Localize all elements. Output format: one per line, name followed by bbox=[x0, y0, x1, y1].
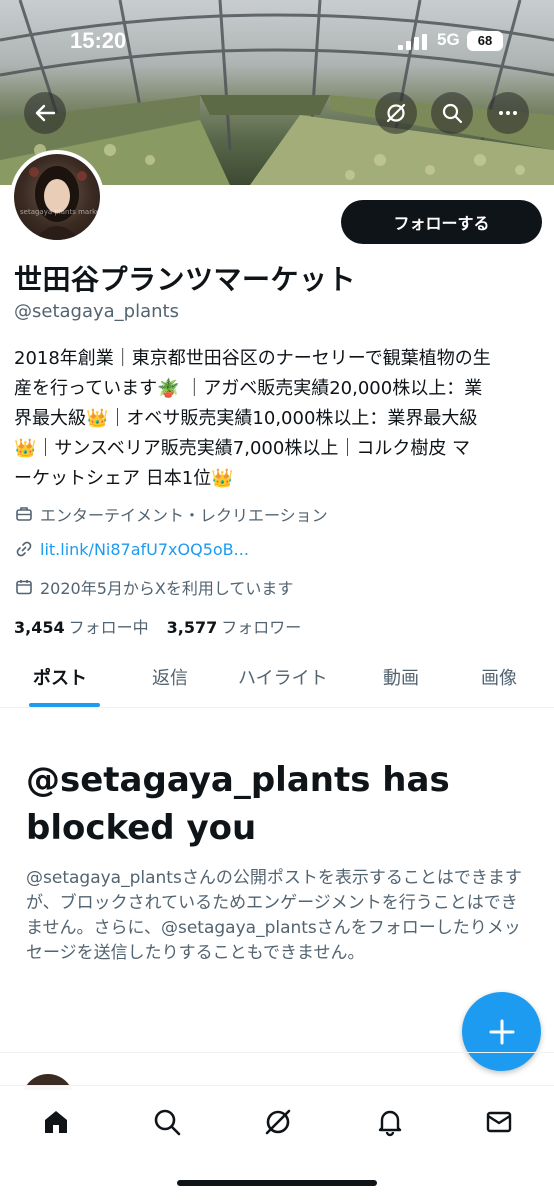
follow-button[interactable]: フォローする bbox=[341, 200, 542, 244]
grok-button[interactable] bbox=[375, 92, 417, 134]
profile-tabs: ポスト 返信 ハイライト 動画 画像 bbox=[0, 650, 554, 708]
bio-line: ーケットシェア 日本1位👑 bbox=[14, 468, 234, 489]
tab-videos[interactable]: 動画 bbox=[383, 664, 419, 690]
tab-images[interactable]: 画像 bbox=[481, 664, 517, 690]
profile-category: エンターテイメント・レクリエーション bbox=[14, 502, 328, 526]
profile-joined: 2020年5月からXを利用しています bbox=[14, 575, 293, 599]
more-button[interactable] bbox=[487, 92, 529, 134]
briefcase-icon bbox=[14, 504, 34, 524]
search-icon bbox=[442, 103, 463, 124]
search-icon bbox=[154, 1109, 181, 1136]
profile-handle: @setagaya_plants bbox=[14, 301, 179, 322]
bio-line: 産を行っています🪴 ｜アガベ販売実績20,000株以上：業 bbox=[14, 378, 483, 399]
bio-line: 界最大級👑｜オベサ販売実績10,000株以上：業界最大級 bbox=[14, 408, 478, 429]
portrait-illustration bbox=[29, 166, 87, 240]
status-time: 15:20 bbox=[70, 28, 127, 53]
blocked-title: @setagaya_plants has blocked you bbox=[26, 760, 450, 848]
grok-icon bbox=[386, 103, 406, 123]
status-bar: 15:20 5G 68 bbox=[0, 0, 554, 82]
bio-line: 2018年創業｜東京都世田谷区のナーセリーで観葉植物の生 bbox=[14, 348, 491, 369]
home-icon bbox=[45, 1111, 67, 1133]
nav-messages[interactable] bbox=[479, 1102, 519, 1142]
active-tab-indicator bbox=[29, 703, 100, 707]
nav-search[interactable] bbox=[147, 1102, 187, 1142]
following-link[interactable]: 3,454 フォロー中 bbox=[14, 614, 149, 638]
following-count: 3,454 bbox=[14, 618, 65, 637]
messages-icon bbox=[486, 1111, 512, 1133]
calendar-icon bbox=[14, 577, 34, 597]
back-button[interactable] bbox=[24, 92, 66, 134]
more-icon bbox=[499, 111, 517, 115]
search-button[interactable] bbox=[431, 92, 473, 134]
network-type: 5G bbox=[437, 30, 460, 49]
grok-icon bbox=[265, 1109, 291, 1135]
battery-indicator: 68 bbox=[467, 31, 503, 51]
profile-name: 世田谷プランツマーケット bbox=[14, 263, 357, 296]
avatar-watermark: setagaya plants market bbox=[20, 208, 100, 216]
profile-link[interactable]: lit.link/Ni87afU7xOQ5oB... bbox=[14, 539, 249, 559]
profile-bio: 2018年創業｜東京都世田谷区のナーセリーで観葉植物の生 産を行っています🪴 ｜… bbox=[14, 344, 544, 494]
home-indicator bbox=[177, 1180, 377, 1186]
signal-icon bbox=[398, 34, 427, 50]
post-divider bbox=[0, 1052, 554, 1053]
following-label: フォロー中 bbox=[68, 618, 149, 637]
nav-notifications[interactable] bbox=[370, 1102, 410, 1142]
nav-home[interactable] bbox=[36, 1102, 76, 1142]
joined-text: 2020年5月からXを利用しています bbox=[40, 579, 294, 598]
nav-grok[interactable] bbox=[258, 1102, 298, 1142]
follow-counts: 3,454 フォロー中 3,577 フォロワー bbox=[14, 614, 301, 638]
compose-button[interactable] bbox=[462, 992, 541, 1071]
tab-replies[interactable]: 返信 bbox=[152, 664, 188, 690]
category-text: エンターテイメント・レクリエーション bbox=[40, 506, 328, 525]
plus-icon bbox=[489, 1019, 514, 1044]
link-icon bbox=[14, 539, 34, 559]
followers-label: フォロワー bbox=[221, 618, 302, 637]
followers-link[interactable]: 3,577 フォロワー bbox=[167, 614, 302, 638]
tab-highlights[interactable]: ハイライト bbox=[238, 664, 328, 690]
bio-line: 👑｜サンスベリア販売実績7,000株以上｜コルク樹皮 マ bbox=[14, 438, 471, 459]
avatar-image: setagaya plants market bbox=[14, 154, 100, 240]
link-text[interactable]: lit.link/Ni87afU7xOQ5oB... bbox=[40, 540, 249, 559]
followers-count: 3,577 bbox=[166, 618, 218, 637]
notifications-icon bbox=[378, 1110, 402, 1137]
avatar[interactable]: setagaya plants market bbox=[10, 150, 104, 244]
tab-posts[interactable]: ポスト bbox=[33, 664, 87, 690]
back-arrow-icon bbox=[35, 104, 56, 122]
blocked-description: @setagaya_plantsさんの公開ポストを表示することはできますが、ブロ… bbox=[26, 868, 522, 963]
